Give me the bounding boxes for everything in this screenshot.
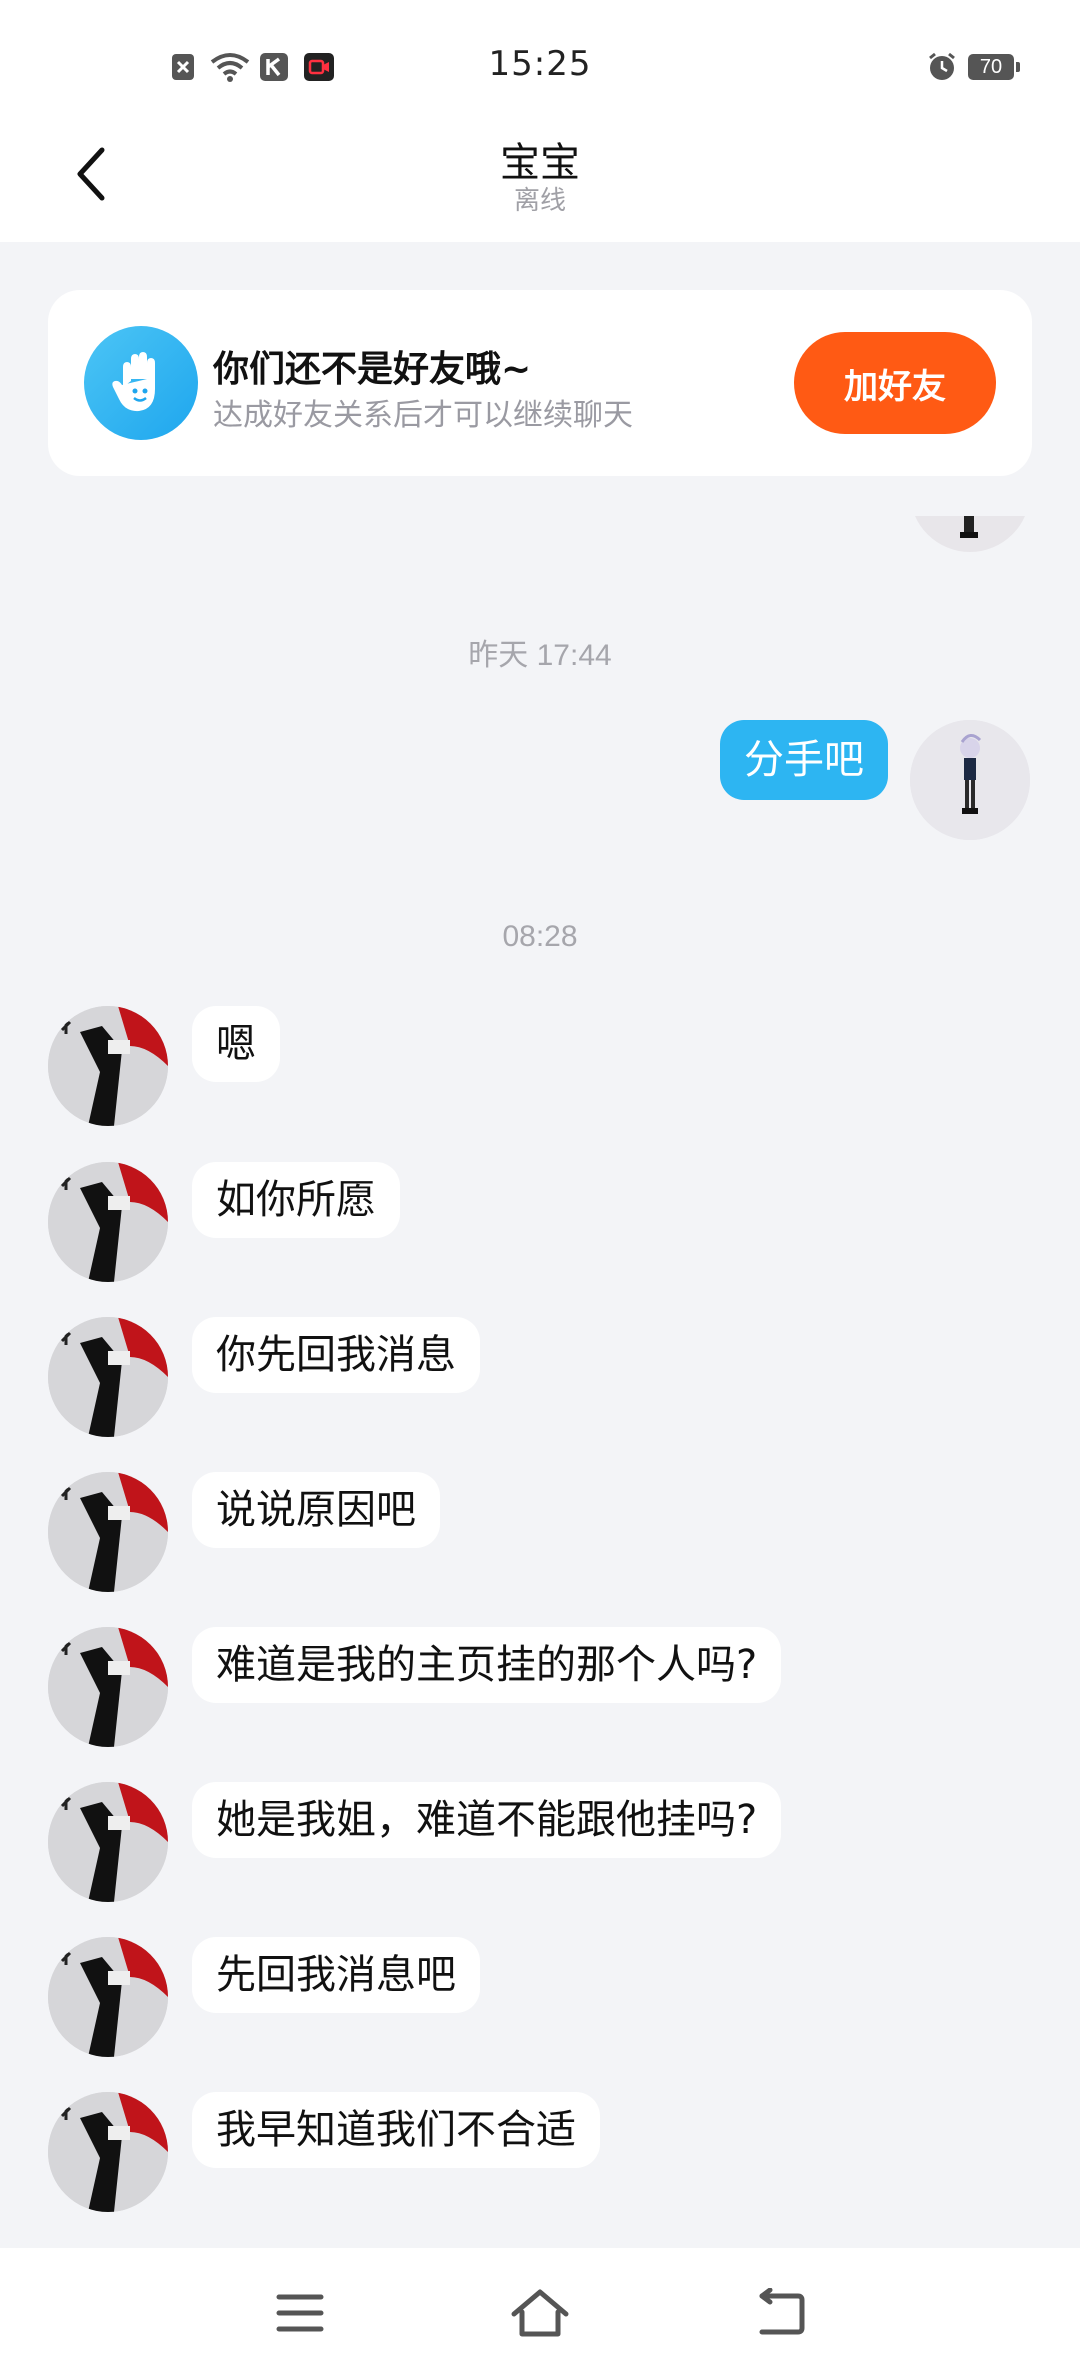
menu-icon[interactable] xyxy=(265,2278,335,2348)
contact-message-bubble[interactable]: 难道是我的主页挂的那个人吗? xyxy=(192,1627,782,1703)
home-icon[interactable] xyxy=(505,2278,575,2348)
contact-message-bubble[interactable]: 先回我消息吧 xyxy=(192,1937,480,2013)
chat-screen: 15:25 70 宝宝 离线 你们还不是好友哦~ 达成好友关系后才可以继续聊天 … xyxy=(0,0,1080,2376)
message-row: 说说原因吧 xyxy=(48,1472,1048,1592)
contact-avatar[interactable] xyxy=(48,2092,168,2212)
top-bar: 15:25 70 宝宝 离线 xyxy=(0,0,1080,242)
message-row: 嗯 xyxy=(48,1006,1048,1126)
battery-icon: 70 xyxy=(968,54,1020,80)
contact-avatar[interactable] xyxy=(48,1317,168,1437)
banner-subtitle: 达成好友关系后才可以继续聊天 xyxy=(213,398,633,433)
contact-avatar[interactable] xyxy=(48,1627,168,1747)
contact-avatar[interactable] xyxy=(48,1937,168,2057)
my-avatar[interactable] xyxy=(910,720,1030,840)
timestamp-yesterday: 昨天 17:44 xyxy=(468,639,612,672)
timestamp-today: 08:28 xyxy=(502,920,578,953)
message-row: 先回我消息吧 xyxy=(48,1937,1048,2057)
message-row: 她是我姐，难道不能跟他挂吗? xyxy=(48,1782,1048,1902)
status-bar: 15:25 70 xyxy=(0,0,1080,110)
add-friend-button[interactable]: 加好友 xyxy=(794,332,996,434)
not-friends-banner: 你们还不是好友哦~ 达成好友关系后才可以继续聊天 加好友 xyxy=(48,290,1032,476)
hand-wave-icon xyxy=(84,326,198,440)
contact-message-bubble[interactable]: 你先回我消息 xyxy=(192,1317,480,1393)
message-row: 难道是我的主页挂的那个人吗? xyxy=(48,1627,1048,1747)
contact-message-bubble[interactable]: 嗯 xyxy=(192,1006,280,1082)
contact-avatar[interactable] xyxy=(48,1782,168,1902)
contact-avatar[interactable] xyxy=(48,1006,168,1126)
chat-header: 宝宝 离线 xyxy=(0,110,1080,242)
back-nav-icon[interactable] xyxy=(745,2278,815,2348)
system-nav-bar xyxy=(0,2248,1080,2376)
message-row: 如你所愿 xyxy=(48,1162,1048,1282)
contact-message-bubble[interactable]: 如你所愿 xyxy=(192,1162,400,1238)
message-row: 你先回我消息 xyxy=(48,1317,1048,1437)
message-row: 我早知道我们不合适 xyxy=(48,2092,1048,2212)
banner-title: 你们还不是好友哦~ xyxy=(213,349,532,390)
my-message-bubble[interactable]: 分手吧 xyxy=(720,720,888,800)
contact-message-bubble[interactable]: 她是我姐，难道不能跟他挂吗? xyxy=(192,1782,782,1858)
contact-avatar[interactable] xyxy=(48,1472,168,1592)
contact-status: 离线 xyxy=(513,186,566,216)
contact-avatar[interactable] xyxy=(48,1162,168,1282)
alarm-icon xyxy=(926,52,958,82)
status-time: 15:25 xyxy=(488,44,592,84)
contact-message-bubble[interactable]: 说说原因吧 xyxy=(192,1472,440,1548)
contact-message-bubble[interactable]: 我早知道我们不合适 xyxy=(192,2092,600,2168)
